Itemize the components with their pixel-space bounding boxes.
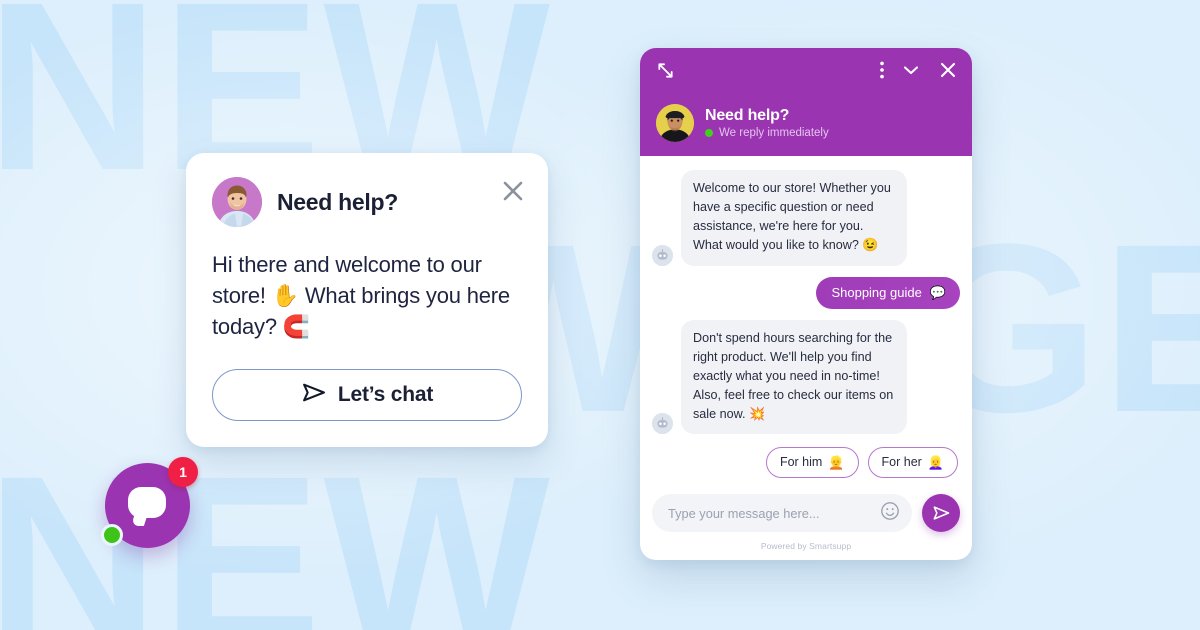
bot-avatar-icon [652,413,673,435]
bot-avatar-icon [652,244,673,266]
message-list[interactable]: Welcome to our store! Whether you have a… [640,156,972,484]
message-emoji: 💬 [929,284,946,300]
send-plane-icon [301,380,326,410]
chat-bubble-icon [128,487,166,518]
unread-badge: 1 [168,457,198,487]
emoji-icon[interactable] [880,501,900,526]
message-row-bot: Welcome to our store! Whether you have a… [652,170,960,266]
powered-by-label: Powered by Smartsupp [760,541,852,551]
promo-canvas: NEW WIDGET NEW Need help? [0,0,1200,630]
message-row-visitor: Shopping guide 💬 [652,276,960,309]
bot-message-text: Don't spend hours searching for the righ… [693,330,894,422]
widget-agent-name: Need help? [705,107,790,124]
lets-chat-label: Let’s chat [337,382,434,406]
close-icon[interactable] [938,60,958,85]
popup-header: Need help? [212,177,523,227]
welcome-popup-card: Need help? Hi there and welcome to our s… [186,153,548,447]
header-actions [880,60,958,85]
chat-widget-header: Need help? We reply immediately [640,48,972,156]
message-input[interactable] [668,505,880,521]
more-options-icon[interactable] [880,61,884,84]
agent-avatar [212,177,262,227]
lets-chat-button[interactable]: Let’s chat [212,368,522,421]
bot-message-bubble: Don't spend hours searching for the righ… [681,319,907,435]
popup-message: Hi there and welcome to our store! ✋ Wha… [212,252,510,340]
online-dot-icon [705,129,713,137]
visitor-message-bubble[interactable]: Shopping guide 💬 [816,276,960,309]
chat-launcher-button[interactable]: 1 [101,457,198,548]
quick-reply-emoji: 👱‍♀️ [927,454,944,470]
quick-reply-group: For him 👱 For her 👱‍♀️ [652,447,960,479]
message-emoji: 😉 [862,237,879,253]
message-emoji: 💥 [749,406,766,422]
send-button[interactable] [922,494,960,532]
quick-reply-for-him[interactable]: For him 👱 [765,447,859,479]
background-word-bottom: NEW [0,426,552,630]
popup-title: Need help? [277,188,398,215]
online-status-dot [101,524,123,546]
message-input-wrapper[interactable] [652,494,912,532]
quick-reply-emoji: 👱 [828,454,845,470]
close-icon[interactable] [500,178,526,204]
visitor-message-text: Shopping guide [831,284,922,300]
quick-reply-label: For her [881,455,922,470]
quick-reply-label: For him [779,455,823,470]
chevron-down-icon[interactable] [901,60,921,85]
message-row-bot: Don't spend hours searching for the righ… [652,319,960,435]
widget-status-line: We reply immediately [705,127,829,139]
message-composer [640,484,972,534]
widget-status-text: We reply immediately [719,127,829,139]
chat-widget: Need help? We reply immediately Welcome … [640,48,972,560]
quick-reply-for-her[interactable]: For her 👱‍♀️ [867,447,958,479]
agent-avatar-small [656,104,694,142]
header-profile: Need help? We reply immediately [656,104,958,142]
bot-message-bubble: Welcome to our store! Whether you have a… [681,170,907,266]
